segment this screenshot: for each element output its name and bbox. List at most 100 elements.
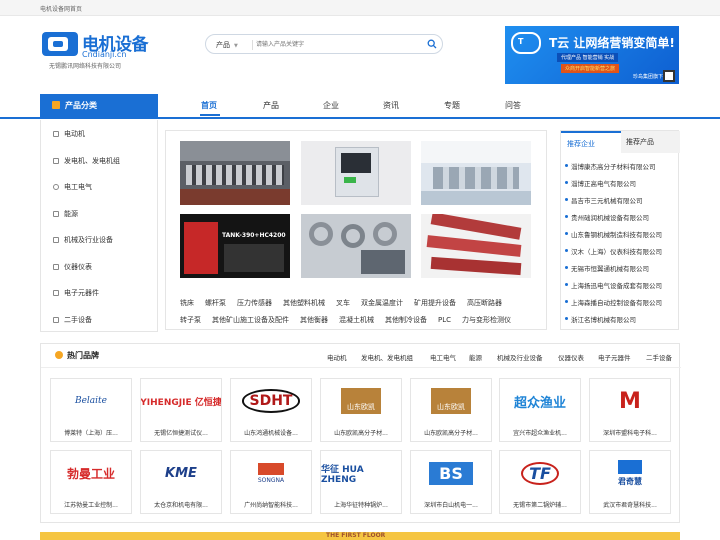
energy-icon <box>53 211 59 217</box>
brand-filter-link[interactable]: 电工电气 <box>430 352 456 362</box>
company-link[interactable]: 浙江名博机械有限公司 <box>565 314 636 324</box>
company-link[interactable]: 淄博康杰高分子材料有限公司 <box>565 161 656 171</box>
brand-card[interactable]: 超众渔业 宜兴市超众渔业机... <box>499 378 581 442</box>
brand-filter-link[interactable]: 能源 <box>469 352 482 362</box>
recycle-icon <box>53 317 59 323</box>
home-link[interactable]: 电机设备网首页 <box>40 4 82 13</box>
brand-card[interactable]: 山东欧凯 山东欧凯高分子材... <box>320 378 402 442</box>
sidebar-item-generator[interactable]: 发电机、发电机组 <box>53 156 120 166</box>
tag-link[interactable]: 双金属温度计 <box>361 299 403 307</box>
product-image-cleanroom[interactable] <box>421 141 531 205</box>
search-input[interactable] <box>256 38 416 51</box>
brand-filter-link[interactable]: 机械及行业设备 <box>497 352 543 362</box>
nav-topics[interactable]: 专题 <box>444 100 460 111</box>
product-tags-row-1: 铣床 螺杆泵 压力传感器 其他塑料机械 叉车 双金属温度计 矿用提升设备 高压断路器 <box>180 298 513 308</box>
tag-link[interactable]: 矿用提升设备 <box>414 299 456 307</box>
brand-filter-link[interactable]: 发电机、发电机组 <box>361 352 413 362</box>
brand-card[interactable]: M 深圳市盟科电子科... <box>589 378 671 442</box>
brand-logo: BS <box>411 451 491 495</box>
company-link[interactable]: 淄博正高电气有限公司 <box>565 178 636 188</box>
sidebar-item-secondhand[interactable]: 二手设备 <box>53 315 92 325</box>
company-link[interactable]: 昌吉市三元机械有限公司 <box>565 195 643 205</box>
category-menu-title[interactable]: 产品分类 <box>40 94 158 118</box>
ad-line-1: 代理产品 智能营销 实战 <box>557 53 619 62</box>
sidebar-item-label: 仪器仪表 <box>64 263 92 271</box>
tag-link[interactable]: 转子泵 <box>180 316 201 324</box>
brand-name: 博莱特（上海）压... <box>64 430 118 437</box>
machinery-icon <box>53 237 59 243</box>
company-link[interactable]: 汉木（上海）仪表科技有限公司 <box>565 246 662 256</box>
generator-icon <box>53 158 59 164</box>
nav-qa[interactable]: 问答 <box>505 100 521 111</box>
product-image-tank[interactable]: TANK-390+HC4200 <box>180 214 290 278</box>
brand-name: 无锡市第二锅炉辅... <box>513 502 567 509</box>
electrical-icon <box>53 184 59 190</box>
sidebar-item-energy[interactable]: 能源 <box>53 209 78 219</box>
first-floor-banner: THE FIRST FLOOR <box>40 532 680 540</box>
tag-link[interactable]: 高压断路器 <box>467 299 502 307</box>
tag-link[interactable]: 其他矿山施工设备及配件 <box>212 316 289 324</box>
brand-card[interactable]: TF 无锡市第二锅炉辅... <box>499 450 581 514</box>
qr-code <box>663 70 675 82</box>
search-bar: 产品 ▼ <box>205 34 443 54</box>
tag-link[interactable]: 其他制冷设备 <box>385 316 427 324</box>
tank-label: TANK-390+HC4200 <box>222 232 286 239</box>
sidebar-item-label: 机械及行业设备 <box>64 236 113 244</box>
brand-card[interactable]: 君奇慧 武汉市君奇慧科技... <box>589 450 671 514</box>
tag-link[interactable]: PLC <box>438 316 451 324</box>
company-link[interactable]: 上海森播自动控制设备有限公司 <box>565 297 662 307</box>
tag-link[interactable]: 其他塑料机械 <box>283 299 325 307</box>
company-link[interactable]: 上海扬迅电气设备成套有限公司 <box>565 280 662 290</box>
nav-products[interactable]: 产品 <box>263 100 279 111</box>
instrument-icon <box>53 264 59 270</box>
search-icon[interactable] <box>427 39 437 49</box>
ad-logo: T <box>518 37 524 46</box>
company-link[interactable]: 无锡市恒翼通机械有限公司 <box>565 263 649 273</box>
product-image-heating-elements[interactable] <box>421 214 531 278</box>
brand-card[interactable]: KME 太仓京和机电有限... <box>140 450 222 514</box>
brand-filter-link[interactable]: 电动机 <box>327 352 347 362</box>
brand-name: 太仓京和机电有限... <box>154 502 208 509</box>
product-image-factory-line[interactable] <box>180 141 290 205</box>
product-image-inspection-machine[interactable] <box>301 141 411 205</box>
brand-card[interactable]: 华征 HUA ZHENG 上海华征特种锅炉... <box>320 450 402 514</box>
tag-link[interactable]: 力与变形检测仪 <box>462 316 511 324</box>
sidebar-item-instruments[interactable]: 仪器仪表 <box>53 262 92 272</box>
sidebar-item-electrical[interactable]: 电工电气 <box>53 182 92 192</box>
brand-filter-link[interactable]: 仪器仪表 <box>558 352 584 362</box>
brand-filter-link[interactable]: 电子元器件 <box>598 352 631 362</box>
brand-card[interactable]: YIHENGJIE 亿恒捷 无锡亿恒捷测试仪... <box>140 378 222 442</box>
tag-link[interactable]: 铣床 <box>180 299 194 307</box>
nav-home[interactable]: 首页 <box>201 100 217 111</box>
nav-news[interactable]: 资讯 <box>383 100 399 111</box>
tag-link[interactable]: 叉车 <box>336 299 350 307</box>
brand-card[interactable]: 山东欧凯 山东欧凯高分子材... <box>410 378 492 442</box>
sidebar-item-motor[interactable]: 电动机 <box>53 129 85 139</box>
tag-link[interactable]: 螺杆泵 <box>205 299 226 307</box>
brand-logo: 君奇慧 <box>590 451 670 495</box>
tag-link[interactable]: 压力传感器 <box>237 299 272 307</box>
brand-card[interactable]: SONGNA 广州尚纳智能科技... <box>230 450 312 514</box>
nav-companies[interactable]: 企业 <box>323 100 339 111</box>
tag-link[interactable]: 其他衡器 <box>300 316 328 324</box>
brand-card[interactable]: BS 深圳市白山机电一... <box>410 450 492 514</box>
tag-link[interactable]: 混凝土机械 <box>339 316 374 324</box>
ad-banner[interactable]: T T云 让网络营销变简单! 代理产品 智能营销 实战 众商开启智能新营之旅 珍… <box>505 26 679 84</box>
brand-card[interactable]: 勃曼工业 江苏勃曼工业控制... <box>50 450 132 514</box>
sidebar-item-label: 二手设备 <box>64 316 92 324</box>
company-link[interactable]: 山东鲁钢机械制造科技有限公司 <box>565 229 662 239</box>
brand-card[interactable]: Belaite 博莱特（上海）压... <box>50 378 132 442</box>
brand-filter-link[interactable]: 二手设备 <box>646 352 672 362</box>
tab-recommended-companies[interactable]: 推荐企业 <box>561 131 621 153</box>
brand-logo: YIHENGJIE 亿恒捷 <box>140 397 222 408</box>
product-image-metal-parts[interactable] <box>301 214 411 278</box>
brand-card[interactable]: SDHT 山东鸿通机械设备... <box>230 378 312 442</box>
nav-divider <box>0 117 720 119</box>
company-link[interactable]: 贵州础润机械设备有限公司 <box>565 212 649 222</box>
sidebar-item-machinery[interactable]: 机械及行业设备 <box>53 235 113 245</box>
sidebar-item-label: 能源 <box>64 210 78 218</box>
tab-recommended-products[interactable]: 推荐产品 <box>621 131 680 153</box>
sidebar-item-electronics[interactable]: 电子元器件 <box>53 288 99 298</box>
floor-label: THE FIRST FLOOR <box>326 532 386 539</box>
search-category-select[interactable]: 产品 ▼ <box>216 40 238 50</box>
